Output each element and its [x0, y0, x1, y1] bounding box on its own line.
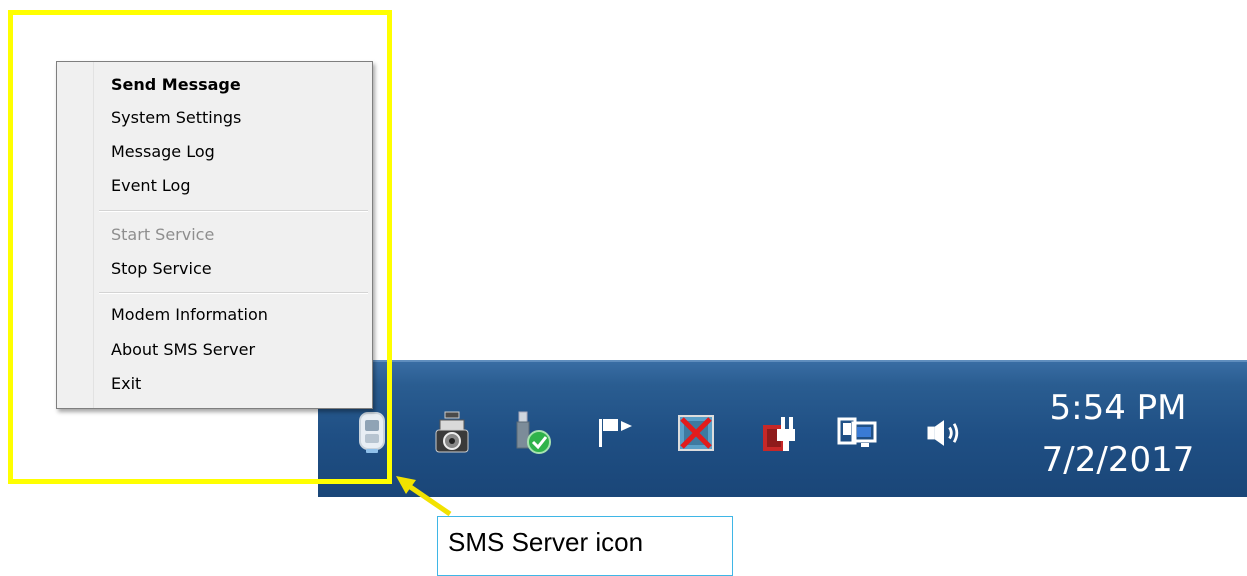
clock-date: 7/2/2017 [1041, 440, 1195, 480]
power-plug-icon[interactable] [755, 408, 799, 458]
flag-icon[interactable] [592, 408, 636, 458]
clock-time: 5:54 PM [1049, 388, 1187, 428]
usb-shield-icon[interactable] [511, 408, 555, 458]
pointer-arrow-icon [396, 476, 452, 517]
display-x-icon[interactable] [674, 408, 718, 458]
volume-icon[interactable] [922, 408, 966, 458]
network-icon[interactable] [835, 408, 879, 458]
taskbar-clock[interactable]: 5:54 PM 7/2/2017 [1020, 382, 1216, 486]
highlight-box [8, 10, 392, 484]
callout-label: SMS Server icon [437, 516, 733, 576]
camera-icon[interactable] [430, 408, 474, 458]
